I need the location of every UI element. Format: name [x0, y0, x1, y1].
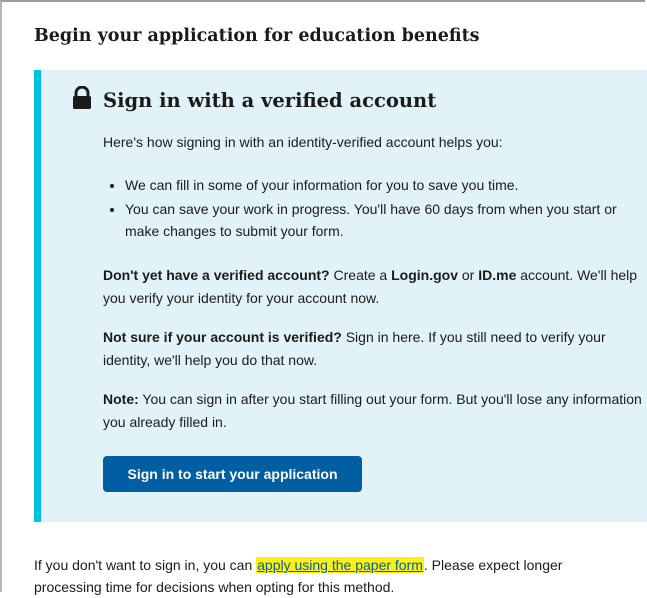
paragraph-lead: Not sure if your account is verified?: [103, 329, 342, 345]
page-title: Begin your application for education ben…: [34, 26, 480, 46]
login-gov-label: Login.gov: [391, 267, 458, 283]
sign-in-alert: Sign in with a verified account Here's h…: [34, 70, 647, 522]
alert-heading: Sign in with a verified account: [103, 89, 437, 112]
lock-icon: [73, 86, 91, 109]
paper-form-link[interactable]: apply using the paper form: [256, 557, 424, 573]
not-sure-verified-paragraph: Not sure if your account is verified? Si…: [103, 326, 647, 372]
paragraph-text: Create a: [329, 267, 392, 283]
list-item: You can save your work in progress. You'…: [125, 198, 643, 242]
sign-in-button[interactable]: Sign in to start your application: [103, 456, 362, 492]
paragraph-text: If you don't want to sign in, you can: [34, 557, 257, 573]
paragraph-lead: Don't yet have a verified account?: [103, 267, 330, 283]
no-verified-account-paragraph: Don't yet have a verified account? Creat…: [103, 264, 647, 310]
paragraph-text: or: [458, 267, 479, 283]
paragraph-lead: Note:: [103, 391, 139, 407]
id-me-label: ID.me: [478, 267, 517, 283]
note-paragraph: Note: You can sign in after you start fi…: [103, 388, 647, 434]
paragraph-text: You can sign in after you start filling …: [103, 391, 642, 430]
paper-form-paragraph: If you don't want to sign in, you can ap…: [34, 554, 634, 598]
alert-intro: Here's how signing in with an identity-v…: [103, 134, 503, 150]
benefits-list: We can fill in some of your information …: [103, 174, 643, 244]
list-item: We can fill in some of your information …: [125, 174, 643, 196]
